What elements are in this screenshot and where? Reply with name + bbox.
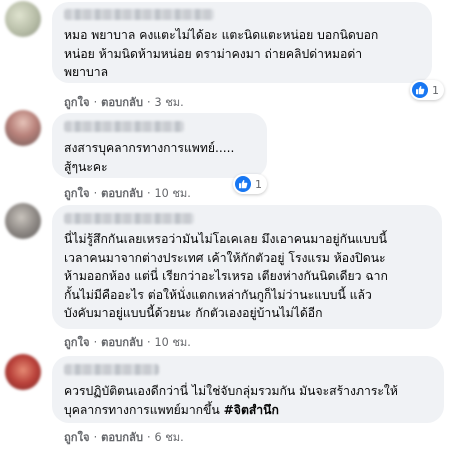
separator-dot: · [146,96,151,109]
avatar[interactable] [5,203,41,239]
comment-time[interactable]: 10 ชม. [155,187,191,200]
comment-time[interactable]: 3 ชม. [155,96,184,109]
comment-actions: ถูกใจ · ตอบกลับ · 10 ชม. [64,333,191,351]
like-icon [235,176,251,192]
like-link[interactable]: ถูกใจ [64,431,90,444]
like-link[interactable]: ถูกใจ [64,96,90,109]
like-link[interactable]: ถูกใจ [64,187,90,200]
separator-dot: · [93,336,98,349]
comment-actions: ถูกใจ · ตอบกลับ · 6 ชม. [64,428,184,446]
hashtag-link[interactable]: #จิตสำนึก [224,403,279,417]
separator-dot: · [93,431,98,444]
avatar[interactable] [5,1,41,37]
reaction-count: 1 [255,177,262,191]
reply-link[interactable]: ตอบกลับ [101,96,143,109]
comment-bubble: นี่ไม่รู้สึกกันเลยเหรอว่ามันไม่โอเคเลย ม… [52,205,442,329]
author-name[interactable] [64,213,194,224]
author-name[interactable] [64,9,214,20]
like-link[interactable]: ถูกใจ [64,336,90,349]
separator-dot: · [146,187,151,200]
comment-text: ควรปฏิบัติตนเองดีกว่านี่ ไม่ใช่จับกลุ่มร… [64,384,398,417]
comment-actions: ถูกใจ · ตอบกลับ · 3 ชม. [64,93,184,111]
reply-link[interactable]: ตอบกลับ [101,187,143,200]
comment-time[interactable]: 10 ชม. [155,336,191,349]
reply-link[interactable]: ตอบกลับ [101,431,143,444]
comment-text: นี่ไม่รู้สึกกันเลยเหรอว่ามันไม่โอเคเลย ม… [64,232,388,321]
reaction-badge[interactable]: 1 [410,80,444,100]
reply-link[interactable]: ตอบกลับ [101,336,143,349]
author-name[interactable] [64,364,159,375]
avatar[interactable] [5,110,41,146]
like-icon [412,82,428,98]
comment-bubble: ควรปฏิบัติตนเองดีกว่านี่ ไม่ใช่จับกลุ่มร… [52,356,444,423]
separator-dot: · [146,431,151,444]
comment-bubble: หมอ พยาบาล คงแตะไม่ได้อะ แตะนิดแตะหน่อย … [52,2,432,83]
separator-dot: · [93,187,98,200]
avatar[interactable] [5,354,41,390]
comment-actions: ถูกใจ · ตอบกลับ · 10 ชม. [64,184,191,202]
comment-time[interactable]: 6 ชม. [155,431,184,444]
comment-bubble: สงสารบุคลากรทางการแพทย์..... สู้ๆนะคะ [52,113,267,178]
comment-text: สงสารบุคลากรทางการแพทย์..... สู้ๆนะคะ [64,141,235,174]
comment-text: หมอ พยาบาล คงแตะไม่ได้อะ แตะนิดแตะหน่อย … [64,28,379,79]
reaction-badge[interactable]: 1 [233,174,267,194]
separator-dot: · [93,96,98,109]
reaction-count: 1 [432,83,439,97]
author-name[interactable] [64,121,184,132]
separator-dot: · [146,336,151,349]
